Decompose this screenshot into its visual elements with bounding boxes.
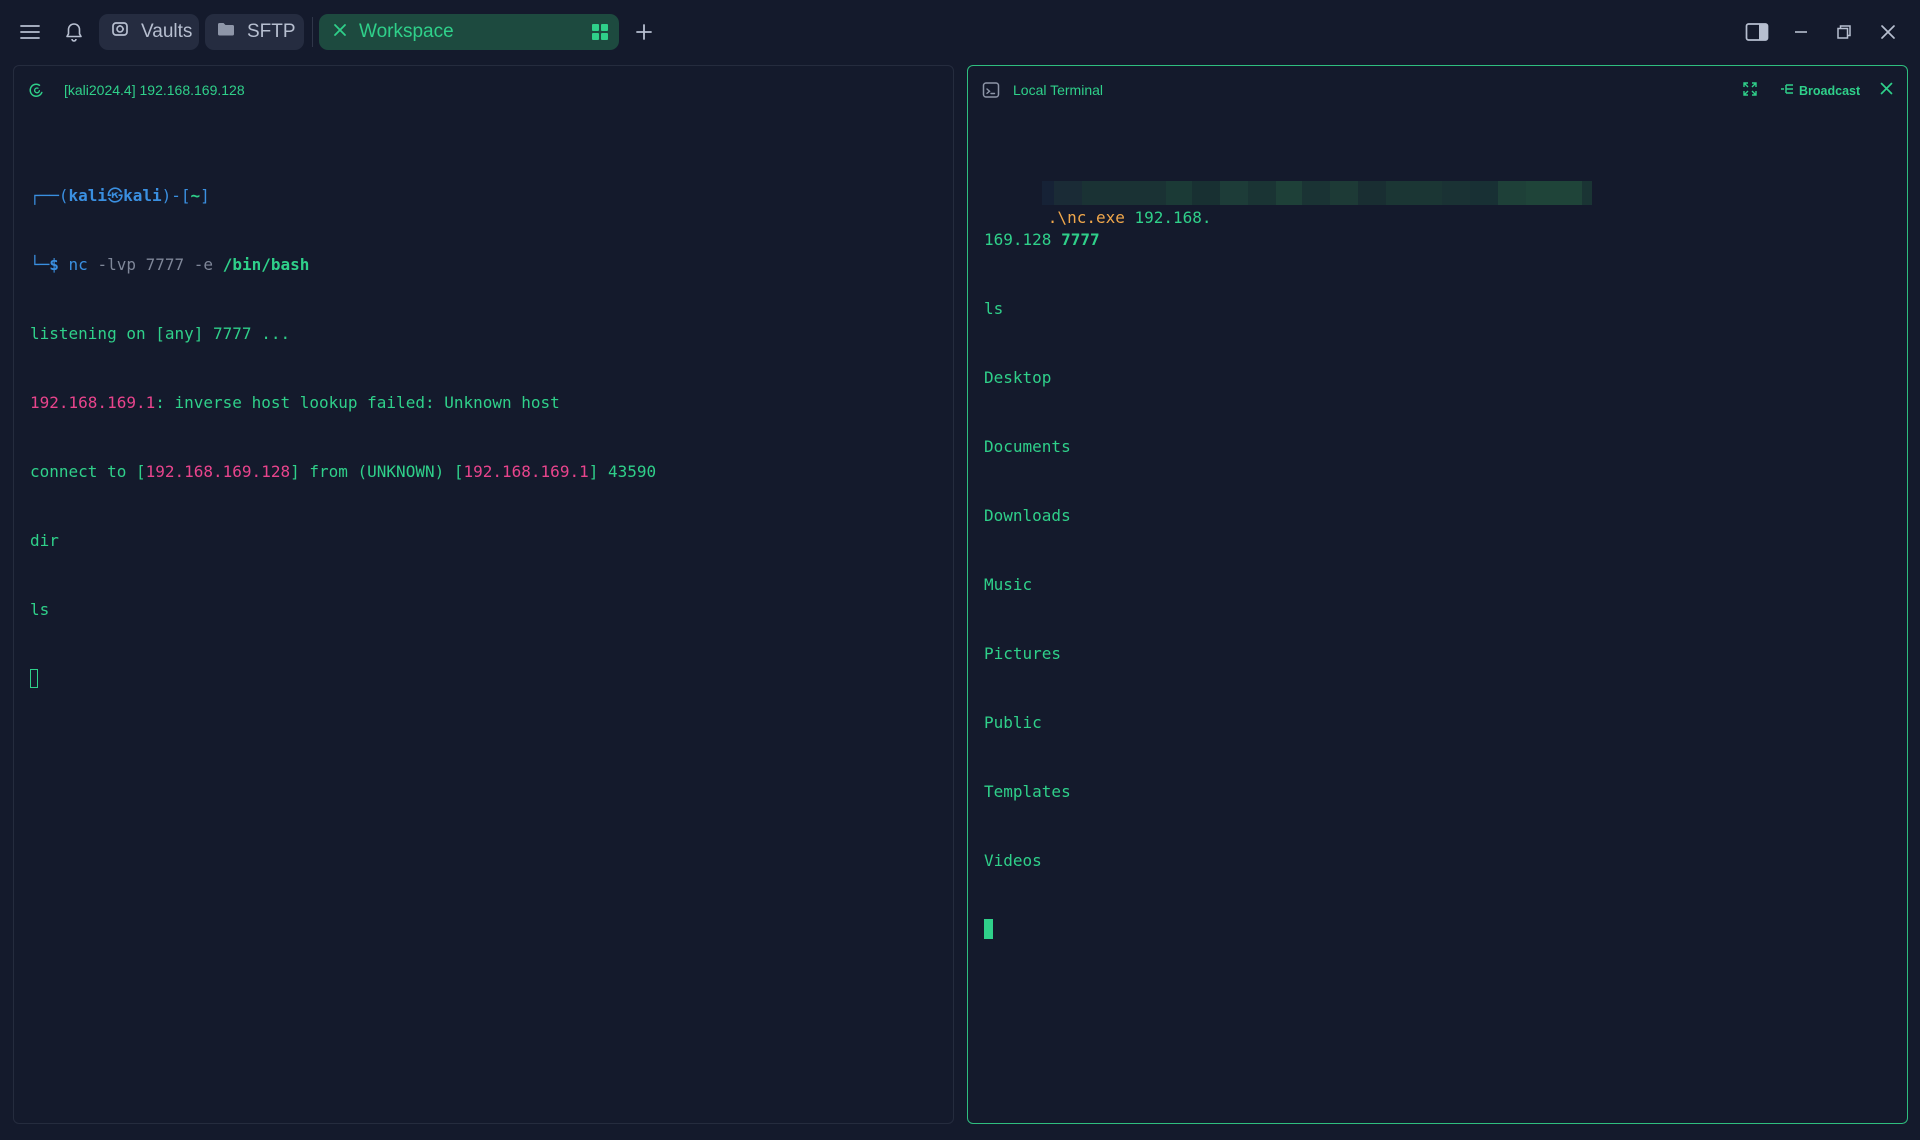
input-ls: ls [30,600,50,619]
hamburger-menu-icon[interactable] [14,16,46,48]
listing-item: Downloads [984,506,1071,525]
prompt-dollar: $ [49,255,59,274]
minimize-icon[interactable] [1785,16,1817,48]
expand-icon[interactable] [1743,82,1757,96]
cursor-line [984,918,1893,941]
redacted-block [1357,181,1386,205]
connect-mid: ] from (UNKNOWN) [ [290,462,464,481]
command-exe: .\nc.exe [1047,208,1125,227]
command-path: /bin/bash [222,255,310,274]
redacted-block [1081,181,1166,205]
redacted-block [1385,181,1442,205]
top-bar: Vaults SFTP Workspace [0,0,1920,64]
prompt-corner: └─ [30,255,50,274]
tab-label: SFTP [247,21,296,42]
input-ls: ls [984,299,1004,318]
listing-item: Desktop [984,368,1052,387]
prompt-close: )-[ [161,186,191,205]
redacted-block [1581,181,1592,205]
redacted-block [1469,181,1498,205]
cursor-line [30,667,939,690]
terminal-icon [982,81,1000,104]
right-terminal-pane[interactable]: Local Terminal Broadcast .\nc.exe 192.16… [967,65,1908,1124]
redacted-block [1219,181,1248,205]
tab-workspace[interactable]: Workspace [319,14,619,50]
connect-suffix: ] 43590 [588,462,657,481]
broadcast-label: Broadcast [1799,83,1861,98]
broadcast-button[interactable]: Broadcast [1780,82,1860,99]
connect-ip-local: 192.168.169.128 [145,462,291,481]
output-lookup: 192.168.169.1: inverse host lookup faile… [30,391,939,414]
terminal-output[interactable]: ┌──(kali㉿kali)-[~] └─$ nc -lvp 7777 -e /… [30,138,939,736]
redacted-block [1525,181,1582,205]
lookup-text: : inverse host lookup failed: Unknown ho… [155,393,560,412]
listing-item: Music [984,575,1033,594]
terminal-cursor [984,919,993,939]
close-window-icon[interactable] [1872,16,1904,48]
redacted-block [1053,181,1082,205]
tab-divider [312,17,313,47]
tab-vaults[interactable]: Vaults [99,14,199,50]
redacted-block [1165,181,1192,205]
listing-item: Pictures [984,644,1062,663]
redacted-block [1275,181,1302,205]
command-line: .\nc.exe 192.168. [984,158,1893,227]
vault-icon [111,20,129,44]
pane-header: [kali2024.4] 192.168.169.128 [14,66,953,116]
terminal-cursor [30,669,38,688]
connect-ip-remote: 192.168.169.1 [463,462,589,481]
command-ip-part2: 169.128 [984,230,1052,249]
pane-title: Local Terminal [1013,82,1104,98]
grid-layout-icon[interactable] [591,23,609,47]
command-line-wrap: 169.128 7777 [984,228,1893,251]
terminal-output[interactable]: .\nc.exe 192.168. 169.128 7777 ls Deskto… [984,112,1893,987]
broadcast-icon [1780,82,1794,99]
left-terminal-pane[interactable]: [kali2024.4] 192.168.169.128 ┌──(kali㉿ka… [13,65,954,1124]
prompt-end: ] [200,186,210,205]
listing-item: Documents [984,437,1071,456]
redacted-block [1301,181,1330,205]
prompt-line-top: ┌──(kali㉿kali)-[~] [30,184,939,207]
listing-item: Public [984,713,1042,732]
connect-prefix: connect to [ [30,462,146,481]
tab-label: Workspace [359,21,454,42]
prompt-at: ㉿ [107,186,124,205]
tab-sftp[interactable]: SFTP [205,14,304,50]
prompt-dir: ~ [190,186,201,205]
prompt-host: kali [123,186,162,205]
lookup-ip: 192.168.169.1 [30,393,156,412]
redacted-block [1329,181,1358,205]
listing-item: Videos [984,851,1042,870]
redacted-block [1441,181,1470,205]
redacted-block [1247,181,1276,205]
bell-icon[interactable] [58,16,90,48]
command-args: -lvp 7777 -e [97,255,214,274]
prompt-user: kali [68,186,108,205]
folder-icon [217,21,235,43]
command-ip-part1: 192.168. [1134,208,1212,227]
restore-icon[interactable] [1828,16,1860,48]
prompt-open: ┌──( [30,186,69,205]
pane-title: [kali2024.4] 192.168.169.128 [64,82,245,98]
split-view-icon[interactable] [1741,16,1773,48]
command-port: 7777 [1061,230,1100,249]
debian-swirl-icon [28,81,46,104]
output-connect: connect to [192.168.169.128] from (UNKNO… [30,460,939,483]
redacted-block [1041,181,1054,205]
redacted-block [1191,181,1220,205]
listing-item: Templates [984,782,1071,801]
pane-header: Local Terminal Broadcast [968,66,1907,116]
plus-icon[interactable] [628,16,660,48]
redacted-block [1497,181,1526,205]
command-name: nc [68,255,88,274]
close-icon[interactable] [331,21,347,43]
prompt-line-command: └─$ nc -lvp 7777 -e /bin/bash [30,253,939,276]
input-dir: dir [30,531,59,550]
output-listening: listening on [any] 7777 ... [30,324,291,343]
tab-label: Vaults [141,21,193,42]
close-pane-icon[interactable] [1880,82,1893,95]
